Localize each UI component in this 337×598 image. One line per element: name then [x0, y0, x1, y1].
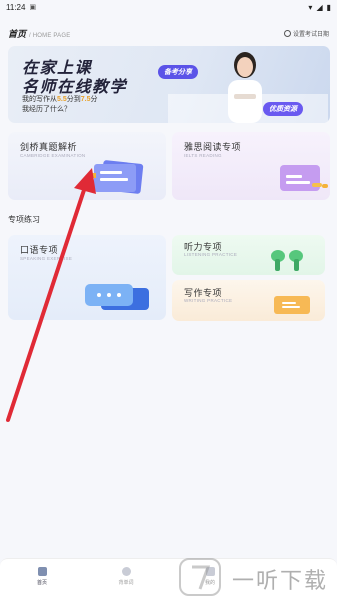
- page-header: 首页 / HOME PAGE: [8, 27, 70, 40]
- banner-tag-exam-sharing: 备考分享: [158, 65, 198, 79]
- clock-icon: [283, 30, 291, 37]
- banner-question-line: 我经历了什么？: [22, 106, 71, 113]
- card-writing-subtitle: WRITING PRACTICE: [184, 298, 233, 303]
- status-bar: 11:24 ▣ ▾ ◢ ▮: [0, 0, 337, 14]
- set-exam-date-button[interactable]: 设置考试日期: [283, 29, 329, 38]
- card-cambridge-title: 剑桥真题解析: [20, 142, 78, 152]
- home-icon: [37, 567, 47, 576]
- card-ielts-subtitle: IELTS READING: [184, 153, 222, 158]
- watermark-text: 一听下载: [232, 568, 329, 593]
- banner-score-to: 7.5: [80, 96, 91, 103]
- page-subtitle: / HOME PAGE: [29, 33, 71, 39]
- document-icon: [90, 160, 144, 194]
- card-writing[interactable]: 写作专项 WRITING PRACTICE: [172, 280, 325, 321]
- nav-home[interactable]: 首页: [22, 567, 62, 586]
- vocabulary-icon: [121, 567, 131, 576]
- wifi-icon: ▾: [308, 2, 313, 12]
- nav-home-label: 首页: [36, 580, 47, 586]
- card-cambridge-exam[interactable]: 剑桥真题解析 CAMBRIDGE EXAMINATION: [8, 132, 166, 200]
- banner-line1-mid: 分到: [66, 96, 81, 103]
- writing-ticket-icon: [274, 296, 310, 314]
- banner-score-line: 我的写作从5.5分到7.5分: [22, 94, 97, 104]
- banner-line1-suffix: 分: [90, 96, 98, 103]
- reading-folder-icon: [280, 165, 328, 191]
- card-listening[interactable]: 听力专项 LISTENING PRACTICE: [172, 235, 325, 275]
- card-speaking[interactable]: 口语专项 SPEAKING EXERCISE: [8, 235, 166, 320]
- card-cambridge-subtitle: CAMBRIDGE EXAMINATION: [20, 153, 86, 158]
- card-ielts-title: 雅思阅读专项: [184, 142, 242, 152]
- earbuds-icon: [271, 250, 303, 271]
- banner-score-from: 5.5: [57, 96, 67, 103]
- signal-icon: ◢: [316, 2, 323, 12]
- exam-date-label: 设置考试日期: [292, 32, 329, 38]
- card-speaking-title: 口语专项: [20, 245, 59, 255]
- card-listening-subtitle: LISTENING PRACTICE: [184, 252, 238, 257]
- page-title: 首页: [8, 29, 27, 39]
- status-time: 11:24: [6, 2, 26, 12]
- nav-vocab-label: 背单词: [118, 580, 134, 586]
- nav-vocabulary[interactable]: 背单词: [106, 567, 146, 586]
- chat-bubble-icon: [85, 284, 149, 310]
- section-title-special-practice: 专项练习: [8, 215, 40, 224]
- battery-icon: ▮: [326, 2, 331, 12]
- card-speaking-subtitle: SPEAKING EXERCISE: [20, 256, 73, 261]
- banner-line1-prefix: 我的写作从: [22, 96, 57, 103]
- banner-tag-quality-resources: 优质资源: [263, 102, 303, 116]
- promo-banner[interactable]: 在家上课 名师在线教学 我的写作从5.5分到7.5分 我经历了什么？ 备考分享 …: [8, 46, 330, 123]
- card-ielts-reading[interactable]: 雅思阅读专项 IELTS READING: [172, 132, 330, 200]
- notification-icon: ▣: [29, 4, 37, 11]
